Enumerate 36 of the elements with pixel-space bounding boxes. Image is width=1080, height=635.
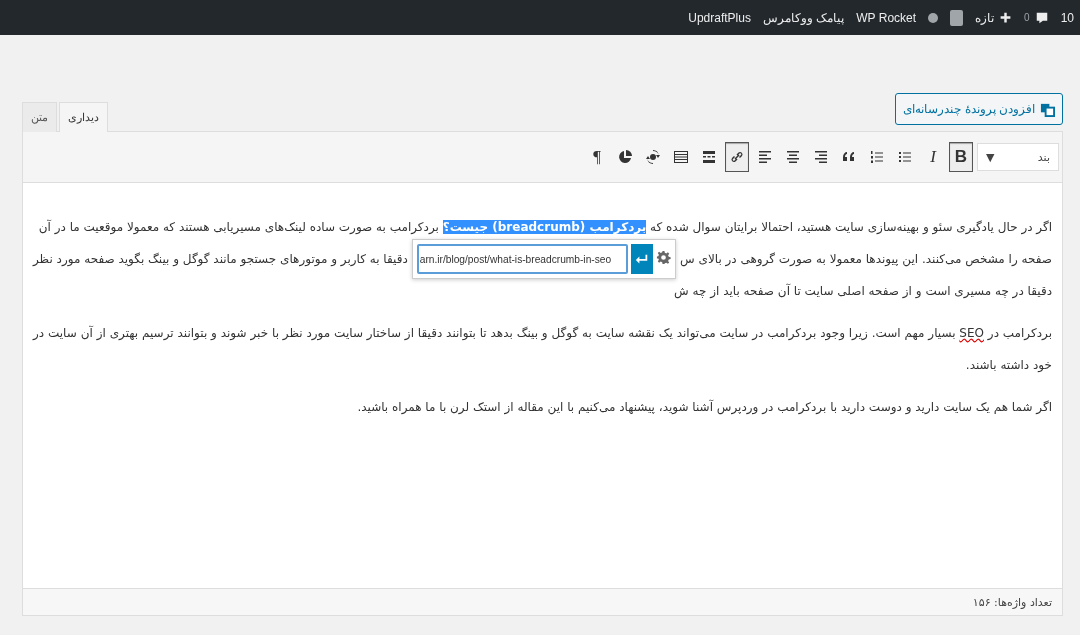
editor-tab[interactable]: متن	[22, 102, 57, 132]
admin-bar-link[interactable]: WP Rocket	[856, 10, 917, 25]
plus-icon	[999, 11, 1013, 24]
paragraph-line: دقیقا به کاربر و موتورهای جستجو مانند گوگل و بینگ بگوید صفحه مورد نظر	[33, 252, 408, 266]
editor-tab[interactable]: دیداری	[59, 102, 108, 132]
link-button[interactable]	[725, 142, 749, 172]
pilcrow-button[interactable]: ¶	[585, 142, 609, 172]
paragraph-line: صفحه را مشخص می‌کنند. این پیوندها معمولا به صورت گروهی در بالای س	[680, 252, 1052, 266]
read-more-icon	[701, 149, 717, 165]
url-input[interactable]: arn.ir/blog/post/what-is-breadcrumb-in-seo	[416, 244, 629, 274]
new-content-link[interactable]: تازه	[975, 10, 1013, 25]
status-dot-icon	[928, 12, 939, 23]
word-count: تعداد واژه‌ها: ۱۵۶	[972, 595, 1052, 609]
update-count[interactable]: 10	[1060, 10, 1074, 25]
admin-bar-link[interactable]: پیامک ووکامرس	[762, 10, 845, 25]
link-icon	[729, 149, 745, 165]
media-icon	[1040, 101, 1055, 117]
format-select[interactable]: بند ▼	[977, 143, 1059, 171]
keyboard-grid-icon	[673, 149, 689, 165]
align-center-icon	[785, 149, 801, 165]
italic-button[interactable]: I	[921, 142, 945, 172]
comment-icon	[1034, 10, 1049, 25]
apply-link-button[interactable]	[631, 244, 654, 274]
settings-icon	[656, 250, 672, 265]
paragraph-line: دقیقا در چه مسیری است و از صفحه اصلی سایت تا آن صفحه باید از چه ش	[674, 284, 1052, 298]
add-media-button[interactable]: افزودن پروندهٔ چندرسانه‌ای	[895, 93, 1063, 125]
bold-button[interactable]: B	[949, 142, 973, 172]
pie-chart-icon	[617, 149, 633, 165]
paragraph-line: اگر در حال یادگیری سئو و بهینه‌سازی سایت هستید، احتمالا برایتان سوال شده که بردکرامب (breadcrumb) جیست؟ بردکرامب به صورت ساده لینک‌های مسیریابی هستند که معمولا موقعیت ما در آن	[37, 218, 1052, 237]
bullet-list-icon	[897, 149, 913, 165]
admin-bar-link[interactable]: UpdraftPlus	[688, 10, 751, 25]
align-left-icon	[757, 149, 773, 165]
paragraph: اگر شما هم یک سایت دارید و دوست دارید با بردکرامب در وردپرس آشنا شوید، پیشنهاد می‌کنیم با این مقاله از استک لرن با ما همراه باشید.	[356, 398, 1052, 417]
numbered-list-icon	[869, 149, 885, 165]
comments-link[interactable]: 0	[1024, 10, 1049, 25]
align-right-icon	[813, 149, 829, 165]
